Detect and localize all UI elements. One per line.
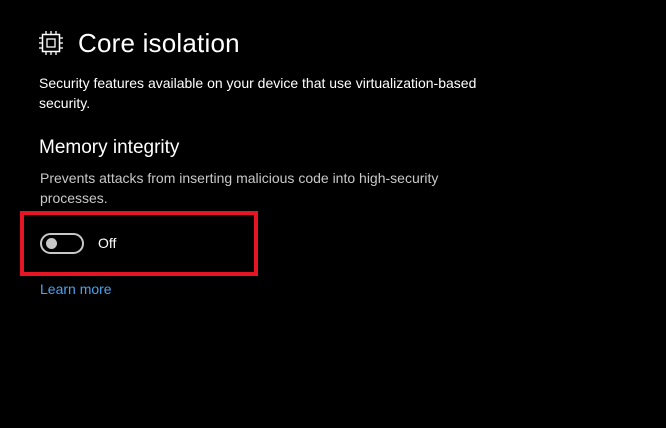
chip-icon <box>38 30 64 56</box>
page-header: Core isolation <box>38 24 240 62</box>
toggle-state-label: Off <box>98 235 117 251</box>
page-description: Security features available on your devi… <box>39 75 477 111</box>
memory-integrity-toggle[interactable] <box>40 232 84 254</box>
toggle-knob <box>46 237 57 249</box>
memory-integrity-toggle-row: Off <box>40 232 116 254</box>
memory-integrity-title: Memory integrity <box>39 137 180 158</box>
page-title: Core isolation <box>78 28 240 58</box>
learn-more-link[interactable]: Learn more <box>40 281 112 297</box>
memory-integrity-description: Prevents attacks from inserting maliciou… <box>40 170 439 206</box>
